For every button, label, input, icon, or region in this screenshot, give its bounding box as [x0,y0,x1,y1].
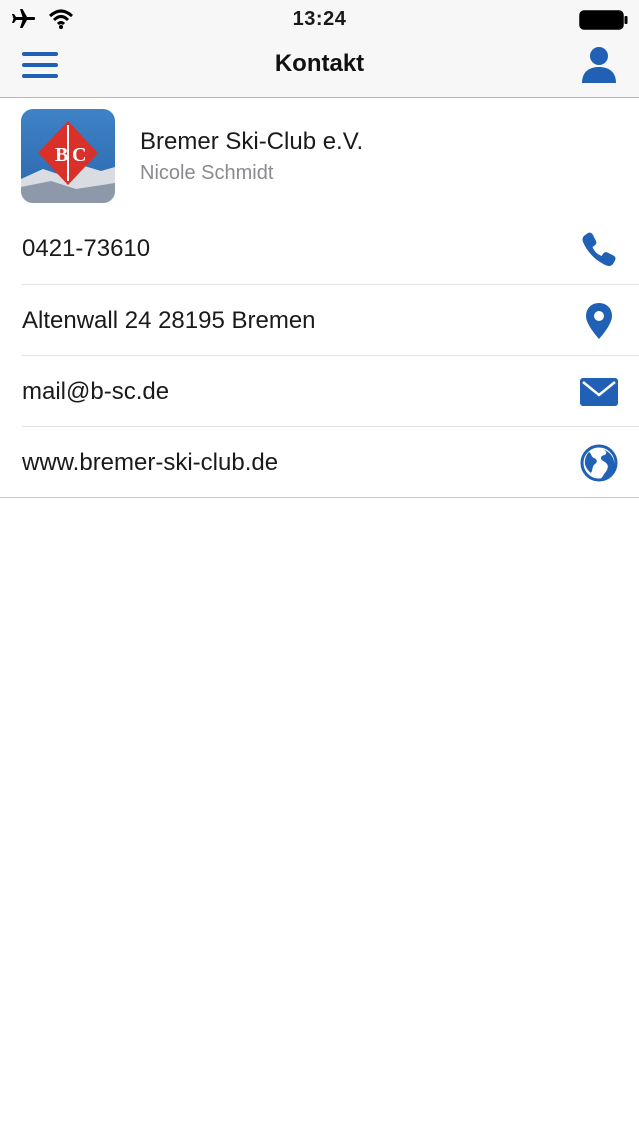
mail-icon [580,378,618,406]
phone-icon [582,232,616,266]
logo-letter-c: C [72,144,86,166]
website-url: www.bremer-ski-club.de [22,449,279,476]
phone-number: 0421-73610 [22,235,151,262]
nav-bar: Kontakt [0,40,639,98]
organization-name: Bremer Ski-Club e.V. [140,128,364,155]
map-pin-icon [586,303,612,339]
contact-person: Nicole Schmidt [140,162,274,184]
club-logo-image: B C [21,109,115,203]
organization-header: B C Bremer Ski-Club e.V. Nicole Schmidt [0,98,639,211]
list-bottom-divider [0,497,639,498]
page-title: Kontakt [274,50,365,77]
battery-icon [579,10,628,30]
status-bar: 13:24 [0,0,639,40]
status-right [579,10,629,35]
address-text: Altenwall 24 28195 Bremen [22,307,316,334]
person-icon [582,47,616,83]
status-time: 13:24 [292,8,347,30]
website-row[interactable]: www.bremer-ski-club.de [0,427,639,498]
logo-letter-b: B [55,144,68,166]
email-row[interactable]: mail@b-sc.de [0,356,639,427]
club-logo: B C [21,109,115,203]
phone-row[interactable]: 0421-73610 [0,213,639,284]
profile-button[interactable] [581,46,617,84]
email-address: mail@b-sc.de [22,378,170,405]
address-row[interactable]: Altenwall 24 28195 Bremen [0,285,639,356]
globe-icon [580,444,618,482]
